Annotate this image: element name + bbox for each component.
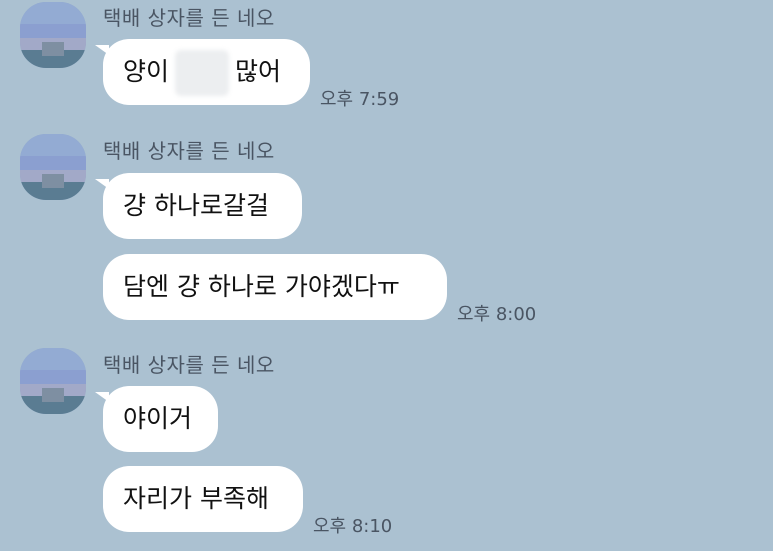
message-time: 오후 7:59 <box>320 89 400 110</box>
message-bubble[interactable]: 야이거 <box>95 386 218 452</box>
message-text: 자리가 부족해 <box>123 484 269 513</box>
message-time: 오후 8:10 <box>313 516 393 537</box>
avatar[interactable] <box>20 2 86 68</box>
message-bubble[interactable]: 양이 많어 <box>95 39 310 105</box>
message-bubble[interactable]: 걍 하나로갈걸 <box>95 173 302 239</box>
avatar[interactable] <box>20 348 86 414</box>
message-text: 담엔 걍 하나로 가야겠다ㅠ <box>123 272 400 301</box>
chat-room: 택배 상자를 든 네오 양이 많어 오후 7:59 택배 상자를 든 네오 걍 하… <box>0 0 773 551</box>
avatar[interactable] <box>20 134 86 200</box>
message-text: 양이 <box>123 57 170 86</box>
message-text: 많어 <box>235 57 282 86</box>
message-bubble[interactable]: 담엔 걍 하나로 가야겠다ㅠ <box>103 254 447 320</box>
redacted-blur <box>175 50 230 96</box>
message-bubble[interactable]: 자리가 부족해 <box>103 466 303 532</box>
sender-name: 택배 상자를 든 네오 <box>103 6 275 30</box>
message-text: 야이거 <box>123 404 193 433</box>
sender-name: 택배 상자를 든 네오 <box>103 139 275 163</box>
sender-name: 택배 상자를 든 네오 <box>103 353 275 377</box>
message-text: 걍 하나로갈걸 <box>123 191 269 220</box>
message-time: 오후 8:00 <box>457 304 537 325</box>
